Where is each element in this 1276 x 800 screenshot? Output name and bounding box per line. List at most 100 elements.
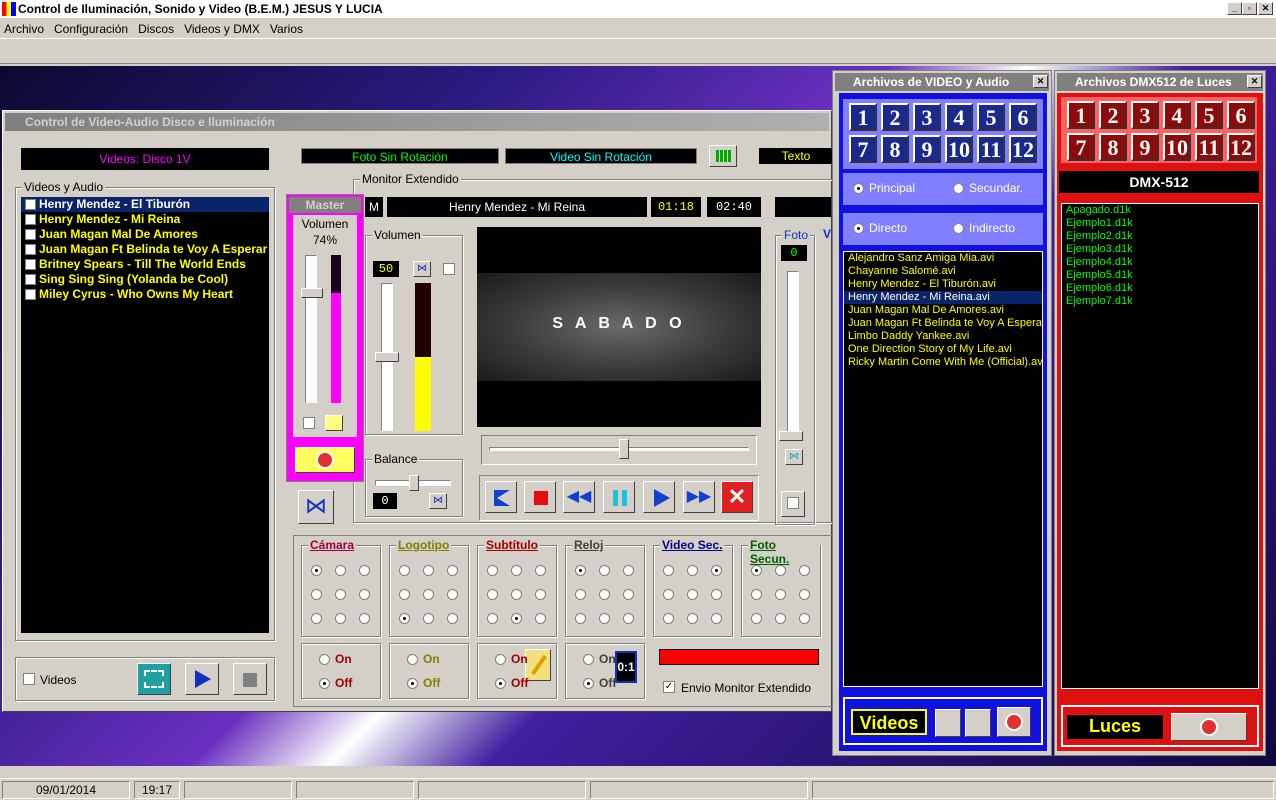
dmx-file-item[interactable]: Ejemplo3.d1k xyxy=(1062,243,1258,256)
video-number-button[interactable]: 1 xyxy=(849,103,877,131)
fast-forward-button[interactable]: ▶▶ xyxy=(683,481,715,513)
effect-radio[interactable] xyxy=(335,565,346,576)
close-video-button[interactable]: ✕ xyxy=(721,481,753,513)
video-power-button[interactable] xyxy=(997,707,1031,737)
dmx-file-item[interactable]: Apagado.d1k xyxy=(1062,204,1258,217)
effect-radio[interactable] xyxy=(423,565,434,576)
master-slider-thumb[interactable] xyxy=(301,288,323,299)
track-checkbox[interactable] xyxy=(25,229,36,240)
balance-slider-thumb[interactable] xyxy=(409,475,419,491)
videos-checkbox[interactable] xyxy=(23,673,35,685)
film-button[interactable] xyxy=(137,663,171,695)
menu-varios[interactable]: Varios xyxy=(270,21,303,37)
video-number-button[interactable]: 8 xyxy=(881,135,909,163)
effect-radio[interactable] xyxy=(399,565,410,576)
on-radio[interactable] xyxy=(495,654,506,665)
principal-radio[interactable] xyxy=(853,183,864,194)
effect-radio[interactable] xyxy=(487,613,498,624)
dmx-number-button[interactable]: 6 xyxy=(1227,101,1255,129)
foto-slider-thumb[interactable] xyxy=(779,431,803,441)
effect-radio[interactable] xyxy=(775,613,786,624)
video-number-button[interactable]: 7 xyxy=(849,135,877,163)
effect-radio[interactable] xyxy=(399,613,410,624)
volume-mute-checkbox[interactable] xyxy=(443,263,455,275)
volume-bowtie-button[interactable]: ⋈ xyxy=(413,261,431,277)
master-envelope-button[interactable] xyxy=(325,415,343,431)
effect-radio[interactable] xyxy=(751,565,762,576)
menu-archivo[interactable]: Archivo xyxy=(4,21,44,37)
track-item[interactable]: Henry Mendez - El Tiburón xyxy=(21,197,269,212)
dmx-number-button[interactable]: 10 xyxy=(1163,133,1191,161)
dmx-number-button[interactable]: 4 xyxy=(1163,101,1191,129)
menu-videos-dmx[interactable]: Videos y DMX xyxy=(184,21,260,37)
left-bowtie-button[interactable]: ⋈ xyxy=(298,490,334,524)
effect-radio[interactable] xyxy=(575,565,586,576)
effect-radio[interactable] xyxy=(335,589,346,600)
video-panel-close-button[interactable]: ✕ xyxy=(1033,75,1048,88)
effect-radio[interactable] xyxy=(535,613,546,624)
balance-center-button[interactable]: ⋈ xyxy=(429,493,447,509)
effect-radio[interactable] xyxy=(663,589,674,600)
effect-radio[interactable] xyxy=(799,565,810,576)
pause-button[interactable] xyxy=(603,481,635,513)
video-number-button[interactable]: 11 xyxy=(977,135,1005,163)
effect-radio[interactable] xyxy=(751,589,762,600)
indirecto-radio[interactable] xyxy=(953,223,964,234)
effect-radio[interactable] xyxy=(575,613,586,624)
dmx-number-button[interactable]: 2 xyxy=(1099,101,1127,129)
restore-button[interactable]: ▫ xyxy=(1242,2,1257,15)
dmx-panel-close-button[interactable]: ✕ xyxy=(1247,75,1262,88)
effect-radio[interactable] xyxy=(575,589,586,600)
effect-radio[interactable] xyxy=(599,589,610,600)
effect-radio[interactable] xyxy=(687,589,698,600)
effect-radio[interactable] xyxy=(799,613,810,624)
video-lamp-button[interactable] xyxy=(935,709,961,737)
effect-radio[interactable] xyxy=(511,589,522,600)
dmx-file-list[interactable]: Apagado.d1k Ejemplo1.d1k Ejemplo2.d1k Ejemp… xyxy=(1061,203,1259,689)
track-checkbox[interactable] xyxy=(25,289,36,300)
video-file-item[interactable]: Limbo Daddy Yankee.avi xyxy=(844,330,1042,343)
track-item[interactable]: Henry Mendez - Mi Reina xyxy=(21,212,269,227)
effect-radio[interactable] xyxy=(623,589,634,600)
on-radio[interactable] xyxy=(407,654,418,665)
effect-radio[interactable] xyxy=(447,613,458,624)
effect-radio[interactable] xyxy=(447,565,458,576)
effect-radio[interactable] xyxy=(511,613,522,624)
track-item[interactable]: Juan Magan Mal De Amores xyxy=(21,227,269,242)
menu-discos[interactable]: Discos xyxy=(138,21,174,37)
effect-radio[interactable] xyxy=(599,565,610,576)
track-checkbox[interactable] xyxy=(25,274,36,285)
video-file-item[interactable]: Henry Mendez - El Tiburón.avi xyxy=(844,278,1042,291)
effect-radio[interactable] xyxy=(711,613,722,624)
seek-bar-thumb[interactable] xyxy=(619,439,630,459)
effect-radio[interactable] xyxy=(487,589,498,600)
video-number-button[interactable]: 3 xyxy=(913,103,941,131)
track-checkbox[interactable] xyxy=(25,259,36,270)
dmx-number-button[interactable]: 1 xyxy=(1067,101,1095,129)
effect-radio[interactable] xyxy=(663,613,674,624)
track-checkbox[interactable] xyxy=(25,199,36,210)
effect-radio[interactable] xyxy=(711,565,722,576)
foto-bowtie-button[interactable]: ⋈ xyxy=(785,449,803,465)
dmx-number-button[interactable]: 9 xyxy=(1131,133,1159,161)
video-number-button[interactable]: 10 xyxy=(945,135,973,163)
track-item[interactable]: Britney Spears - Till The World Ends xyxy=(21,257,269,272)
effect-radio[interactable] xyxy=(775,589,786,600)
foto-slider[interactable] xyxy=(787,271,799,441)
videos-button[interactable]: Videos xyxy=(851,709,927,735)
dmx-file-item[interactable]: Ejemplo2.d1k xyxy=(1062,230,1258,243)
effect-radio[interactable] xyxy=(535,565,546,576)
track-list[interactable]: Henry Mendez - El Tiburón Henry Mendez - … xyxy=(21,197,269,633)
effect-radio[interactable] xyxy=(511,565,522,576)
effect-radio[interactable] xyxy=(599,613,610,624)
effect-radio[interactable] xyxy=(311,589,322,600)
close-button[interactable]: ✕ xyxy=(1258,2,1273,15)
effect-radio[interactable] xyxy=(311,565,322,576)
on-radio[interactable] xyxy=(319,654,330,665)
dmx-file-item[interactable]: Ejemplo7.d1k xyxy=(1062,295,1258,308)
dmx-power-button[interactable] xyxy=(1171,713,1247,741)
video-file-item[interactable]: Henry Mendez - Mi Reina.avi xyxy=(844,291,1042,304)
effect-radio[interactable] xyxy=(799,589,810,600)
track-item[interactable]: Sing Sing Sing (Yolanda be Cool) xyxy=(21,272,269,287)
effect-radio[interactable] xyxy=(535,589,546,600)
